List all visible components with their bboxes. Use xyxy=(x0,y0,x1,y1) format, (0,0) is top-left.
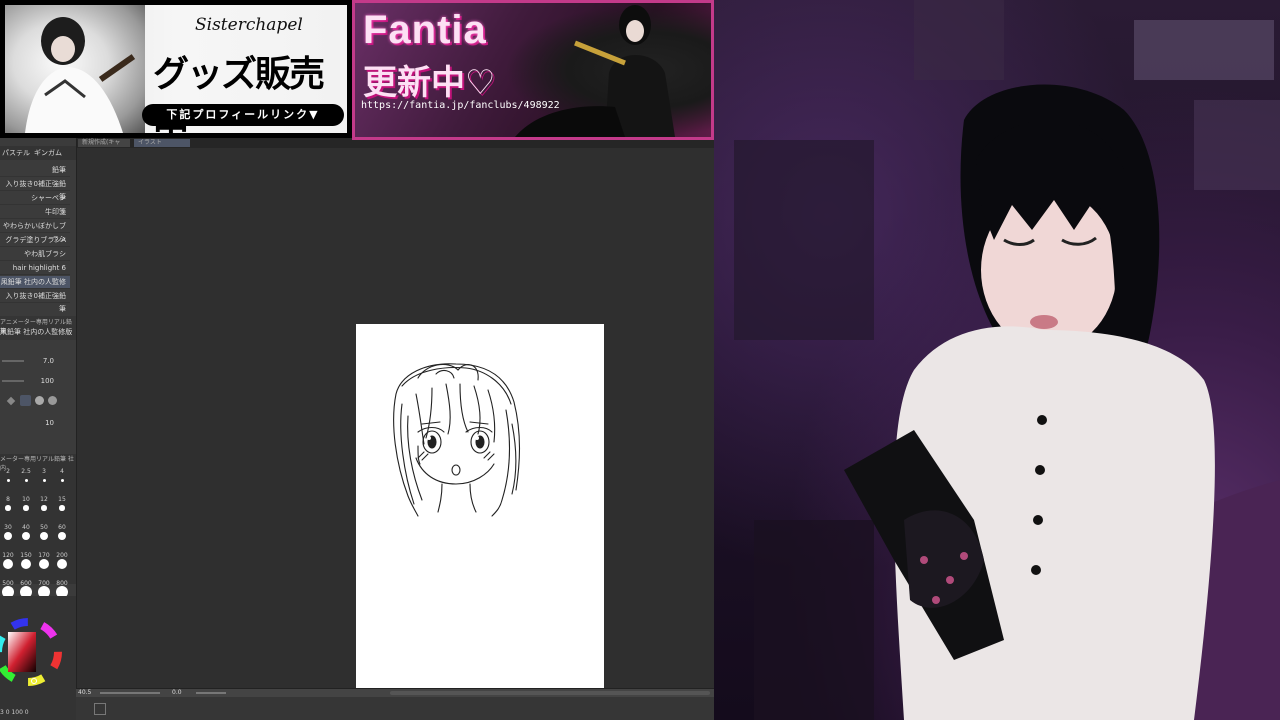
rotation-slider[interactable] xyxy=(196,692,226,694)
brush-item[interactable]: hair highlight 6 xyxy=(0,262,70,275)
sub-tool-name: 凩鉛筆 社内の人監修版 xyxy=(0,328,73,336)
brush-size-preset-dot[interactable] xyxy=(59,505,65,511)
sub-tool-detail: アニメーター専用リアル鉛筆 凩鉛筆 社内の人監修版 xyxy=(0,316,76,340)
brush-size-preset-label: 170 xyxy=(38,552,50,559)
zoom-slider[interactable] xyxy=(100,692,160,694)
brush-size-preset-dot[interactable] xyxy=(42,478,46,482)
shape-circle-icon[interactable] xyxy=(35,396,44,405)
brush-size-preset-label: 12 xyxy=(40,496,48,503)
goods-banner-body: Sisterchapel グッズ販売中 下記プロフィールリンク▼ xyxy=(5,5,347,133)
brush-size-preset-dot[interactable] xyxy=(23,505,29,511)
brush-size-preset-label: 15 xyxy=(58,496,66,503)
brush-item[interactable]: 入り抜き0補正強鉛筆 xyxy=(0,290,70,313)
brush-size-preset-label: 50 xyxy=(40,524,48,531)
sisterchapel-logo: Sisterchapel xyxy=(195,15,303,35)
brush-size-preset-label: 3 xyxy=(42,468,46,475)
color-wheel-panel[interactable] xyxy=(0,596,76,720)
brush-item[interactable]: 鉛筆 xyxy=(0,164,70,177)
brush-size-preset-label: 8 xyxy=(6,496,10,503)
brush-item[interactable]: やわらかいぼかしブラシ xyxy=(0,220,70,243)
brush-size-preset-dot[interactable] xyxy=(40,532,48,540)
zoom-value[interactable]: 40.5 xyxy=(78,689,91,697)
brush-item[interactable]: シャーペン xyxy=(0,192,70,205)
brush-size-preset-label: 10 xyxy=(22,496,30,503)
canvas-workspace[interactable] xyxy=(76,148,714,688)
stabilizer-value[interactable]: 10 xyxy=(45,416,54,430)
shape-diamond-icon[interactable] xyxy=(6,396,16,406)
brush-size-preset-dot[interactable] xyxy=(41,505,47,511)
brush-size-preset-label: 120 xyxy=(2,552,14,559)
brush-size-preset-label: 30 xyxy=(4,524,12,531)
navigator-icon[interactable] xyxy=(94,703,106,715)
brush-size-preset-dot[interactable] xyxy=(60,478,64,482)
cosplay-photo xyxy=(5,5,145,133)
tab-gingham[interactable]: ギンガム xyxy=(34,146,62,160)
cosplay-figure-icon xyxy=(25,17,136,133)
brush-size-value[interactable]: 7.0 xyxy=(43,354,54,368)
brush-size-preset-dot[interactable] xyxy=(58,532,66,540)
document-tab-2[interactable]: イラスト xyxy=(134,139,190,147)
goods-sale-banner[interactable]: Sisterchapel グッズ販売中 下記プロフィールリンク▼ xyxy=(0,0,352,138)
drawing-canvas[interactable] xyxy=(356,324,604,688)
brush-size-preset-dot[interactable] xyxy=(6,478,10,482)
color-wheel-icon[interactable] xyxy=(0,596,76,720)
navigator-row: 40.5 0.0 xyxy=(76,689,714,697)
canvas-status-bar: 40.5 0.0 xyxy=(76,688,714,720)
brush-size-preset-label: 800 xyxy=(56,580,68,587)
brush-size-preset-dot[interactable] xyxy=(4,532,12,540)
brush-size-preset-label: 2.5 xyxy=(21,468,31,475)
brush-size-preset-dot[interactable] xyxy=(22,532,30,540)
brush-size-preset-label: 600 xyxy=(20,580,32,587)
fantia-banner[interactable]: Fantia 更新中♡ https://fantia.jp/fanclubs/4… xyxy=(352,0,714,140)
webcam-feed xyxy=(714,0,1280,720)
opacity-slider[interactable] xyxy=(2,380,24,382)
opacity-row[interactable]: 100 xyxy=(0,374,70,388)
brush-size-preset-dot[interactable] xyxy=(20,558,32,570)
brush-item[interactable]: 入り抜き0補正強鉛筆 xyxy=(0,178,70,201)
shape-soft-circle-icon[interactable] xyxy=(48,396,57,405)
brush-size-preset-dot[interactable] xyxy=(38,558,50,570)
brush-size-preset-label: 60 xyxy=(58,524,66,531)
brush-size-preset-label: 4 xyxy=(60,468,64,475)
size-slider[interactable] xyxy=(2,360,24,362)
streamer-portrait xyxy=(734,0,1280,720)
profile-link-badge[interactable]: 下記プロフィールリンク▼ xyxy=(142,104,344,126)
brush-item-selected[interactable]: 凩鉛筆 社内の人監修 xyxy=(0,276,70,289)
horizontal-scrollbar[interactable] xyxy=(390,691,710,695)
brush-size-palette: メーター専用リアル鉛筆 社内 2 2.5 3 4 8 10 12 15 30 40 50 60 120 1… xyxy=(0,454,76,598)
brush-size-preset-label: 150 xyxy=(20,552,32,559)
tab-pastel[interactable]: パステル xyxy=(2,146,30,160)
stabilizer-row[interactable]: 10 xyxy=(0,416,70,430)
fantia-logo: Fantia xyxy=(363,8,487,52)
brush-size-preset-dot[interactable] xyxy=(24,478,28,482)
left-status: 3 0 100 0 xyxy=(0,709,29,716)
brush-item[interactable]: やわ肌ブラシ xyxy=(0,248,70,261)
brush-group-tabs: パステル ギンガム xyxy=(0,146,76,160)
character-sketch xyxy=(393,363,521,517)
fantia-url[interactable]: https://fantia.jp/fanclubs/498922 xyxy=(361,100,560,111)
brush-size-preset-label: 500 xyxy=(2,580,14,587)
document-tab-1[interactable]: 新規作成(キャ xyxy=(78,139,130,147)
fantia-figure-icon xyxy=(515,5,675,137)
fantia-photo xyxy=(505,3,711,137)
opacity-value[interactable]: 100 xyxy=(41,374,54,388)
brush-size-preset-dot[interactable] xyxy=(56,558,68,570)
brush-item[interactable]: グラデ塗りブラシA xyxy=(0,234,70,247)
brush-size-preset-dot[interactable] xyxy=(2,558,14,570)
fantia-subtitle: 更新中♡ xyxy=(363,63,496,103)
brush-size-preset-dot[interactable] xyxy=(5,505,11,511)
rotation-value[interactable]: 0.0 xyxy=(172,689,182,697)
tool-panel: パステル ギンガム 鉛筆 入り抜き0補正強鉛筆 シャーペン 牛印箋 やわらかいぼ… xyxy=(0,138,77,720)
brush-size-row[interactable]: 7.0 xyxy=(0,354,70,368)
fantia-banner-body: Fantia 更新中♡ https://fantia.jp/fanclubs/4… xyxy=(355,3,711,137)
brush-shape-selector[interactable] xyxy=(4,394,66,408)
brush-size-preset-label: 700 xyxy=(38,580,50,587)
brush-item[interactable]: 牛印箋 xyxy=(0,206,70,219)
shape-selected-icon[interactable] xyxy=(20,395,31,406)
brush-size-preset-label: 200 xyxy=(56,552,68,559)
brush-size-preset-label: 2 xyxy=(6,468,10,475)
brush-size-preset-label: 40 xyxy=(22,524,30,531)
